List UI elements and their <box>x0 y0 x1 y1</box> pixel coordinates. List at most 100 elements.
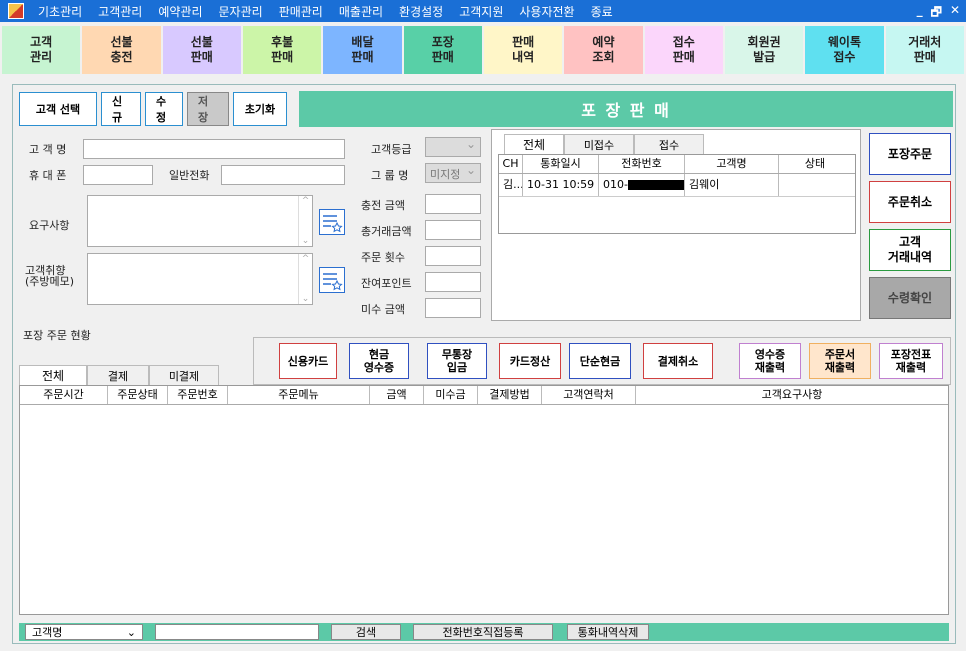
request-scrollbar[interactable]: ^ ⌄ <box>298 196 312 246</box>
search-field-select[interactable]: 고객명 ⌄ <box>25 624 143 640</box>
tile-reception-sale[interactable]: 접수 판매 <box>644 26 723 74</box>
menu-item-switch-user[interactable]: 사용자전환 <box>511 3 582 20</box>
tel-label: 일반전화 <box>169 169 210 182</box>
takeout-order-button[interactable]: 포장주문 <box>869 133 951 175</box>
tab-call-unreceived[interactable]: 미접수 <box>564 134 634 154</box>
table-row[interactable]: 김... 10-31 10:59 010- 김웨이 <box>499 174 855 197</box>
minimize-icon[interactable]: _ <box>917 3 923 24</box>
col-order-time[interactable]: 주문시간 <box>20 386 108 404</box>
row-call-time: 10-31 10:59 <box>523 174 599 196</box>
credit-card-button[interactable]: 신용카드 <box>279 343 337 379</box>
row-status <box>779 174 851 196</box>
taste-scrollbar[interactable]: ^ ⌄ <box>298 254 312 304</box>
customer-name-input[interactable] <box>83 139 345 159</box>
grade-select[interactable] <box>425 137 481 157</box>
col-pay-method[interactable]: 결제방법 <box>478 386 542 404</box>
bottom-search-bar: 고객명 ⌄ 검색 전화번호직접등록 통화내역삭제 <box>19 623 949 641</box>
cancel-order-button[interactable]: 주문취소 <box>869 181 951 223</box>
order-sheet-reprint-button[interactable]: 주문서 재출력 <box>809 343 871 379</box>
phone-label: 휴 대 폰 <box>29 169 67 182</box>
payment-cancel-button[interactable]: 결제취소 <box>643 343 713 379</box>
col-customer-name[interactable]: 고객명 <box>685 155 779 173</box>
register-phone-button[interactable]: 전화번호직접등록 <box>413 624 553 640</box>
new-button[interactable]: 신규 <box>101 92 141 126</box>
tab-orders-unpaid[interactable]: 미결제 <box>149 365 219 385</box>
col-unpaid[interactable]: 미수금 <box>424 386 478 404</box>
tile-sales-history[interactable]: 판매 내역 <box>483 26 563 74</box>
menu-item-sms[interactable]: 문자관리 <box>211 3 271 20</box>
charge-amount-input[interactable] <box>425 194 481 214</box>
card-settlement-button[interactable]: 카드정산 <box>499 343 561 379</box>
menu-item-revenue[interactable]: 매출관리 <box>331 3 391 20</box>
tel-input[interactable] <box>221 165 345 185</box>
page-title: 포 장 판 매 <box>299 91 953 127</box>
call-log: 전체 미접수 접수 CH 통화일시 전화번호 고객명 상태 김... 10-31… <box>491 129 861 321</box>
bank-deposit-button[interactable]: 무통장 입금 <box>427 343 487 379</box>
memo-star-icon[interactable] <box>319 267 345 293</box>
menu-item-customer[interactable]: 고객관리 <box>90 3 150 20</box>
takeout-panel: 고객 선택 신규 수정 저장 초기화 포 장 판 매 고 객 명 휴 대 폰 일… <box>12 84 956 644</box>
tile-customer-manage[interactable]: 고객 관리 <box>2 26 81 74</box>
select-customer-button[interactable]: 고객 선택 <box>19 92 97 126</box>
taste-textarea[interactable]: ^ ⌄ <box>87 253 313 305</box>
menu-item-settings[interactable]: 환경설정 <box>391 3 451 20</box>
col-ch[interactable]: CH <box>499 155 523 173</box>
edit-button[interactable]: 수정 <box>145 92 183 126</box>
restore-icon[interactable]: 🗗 <box>931 3 942 24</box>
order-count-input[interactable] <box>425 246 481 266</box>
cash-receipt-button[interactable]: 현금 영수증 <box>349 343 409 379</box>
menu-item-sales[interactable]: 판매관리 <box>271 3 331 20</box>
unpaid-input[interactable] <box>425 298 481 318</box>
group-value: 미지정 <box>430 168 461 181</box>
col-call-time[interactable]: 통화일시 <box>523 155 599 173</box>
receipt-reprint-button[interactable]: 영수증 재출력 <box>739 343 801 379</box>
tile-vendor-sale[interactable]: 거래처 판매 <box>885 26 964 74</box>
col-order-menu[interactable]: 주문메뉴 <box>228 386 370 404</box>
grade-label: 고객등급 <box>371 143 412 156</box>
memo-star-icon[interactable] <box>319 209 345 235</box>
col-order-number[interactable]: 주문번호 <box>168 386 228 404</box>
transaction-history-button[interactable]: 고객 거래내역 <box>869 229 951 271</box>
simple-cash-button[interactable]: 단순현금 <box>569 343 631 379</box>
tile-prepaid-charge[interactable]: 선불 충전 <box>82 26 161 74</box>
menu-item-reservation[interactable]: 예약관리 <box>150 3 210 20</box>
mobile-input[interactable] <box>83 165 153 185</box>
save-button[interactable]: 저장 <box>187 92 229 126</box>
reset-button[interactable]: 초기화 <box>233 92 287 126</box>
tile-prepaid-sale[interactable]: 선불 판매 <box>162 26 241 74</box>
tile-reservation-lookup[interactable]: 예약 조회 <box>564 26 643 74</box>
col-requests[interactable]: 고객요구사항 <box>636 386 948 404</box>
receipt-confirm-button[interactable]: 수령확인 <box>869 277 951 319</box>
toolbar: 고객 선택 신규 수정 저장 초기화 <box>19 92 287 126</box>
total-label: 총거래금액 <box>361 225 412 238</box>
group-select[interactable]: 미지정 <box>425 163 481 183</box>
tab-orders-all[interactable]: 전체 <box>19 365 87 385</box>
tab-call-received[interactable]: 접수 <box>634 134 704 154</box>
tile-waytalk-reception[interactable]: 웨이톡 접수 <box>805 26 884 74</box>
tile-membership-issue[interactable]: 회원권 발급 <box>724 26 804 74</box>
col-phone[interactable]: 전화번호 <box>599 155 685 173</box>
search-button[interactable]: 검색 <box>331 624 401 640</box>
col-amount[interactable]: 금액 <box>370 386 424 404</box>
menu-item-basic[interactable]: 기초관리 <box>30 3 90 20</box>
close-icon[interactable]: ✕ <box>950 3 960 24</box>
menu-item-exit[interactable]: 종료 <box>583 3 621 20</box>
request-textarea[interactable]: ^ ⌄ <box>87 195 313 247</box>
tile-postpaid-sale[interactable]: 후불 판매 <box>242 26 322 74</box>
tile-delivery-sale[interactable]: 배달 판매 <box>323 26 402 74</box>
order-grid: 주문시간 주문상태 주문번호 주문메뉴 금액 미수금 결제방법 고객연락처 고객… <box>19 385 949 615</box>
slip-reprint-button[interactable]: 포장전표 재출력 <box>879 343 943 379</box>
points-input[interactable] <box>425 272 481 292</box>
taste-label: 고객취향 (주방메모) <box>25 264 75 288</box>
col-order-status[interactable]: 주문상태 <box>108 386 168 404</box>
order-count-label: 주문 횟수 <box>361 251 405 264</box>
total-amount-input[interactable] <box>425 220 481 240</box>
tile-takeout-sale[interactable]: 포장 판매 <box>403 26 482 74</box>
search-input[interactable] <box>155 624 319 640</box>
col-contact[interactable]: 고객연락처 <box>542 386 636 404</box>
delete-call-log-button[interactable]: 통화내역삭제 <box>567 624 649 640</box>
menu-item-support[interactable]: 고객지원 <box>451 3 511 20</box>
tab-call-all[interactable]: 전체 <box>504 134 564 154</box>
tab-orders-paid[interactable]: 결제 <box>87 365 149 385</box>
col-status[interactable]: 상태 <box>779 155 851 173</box>
